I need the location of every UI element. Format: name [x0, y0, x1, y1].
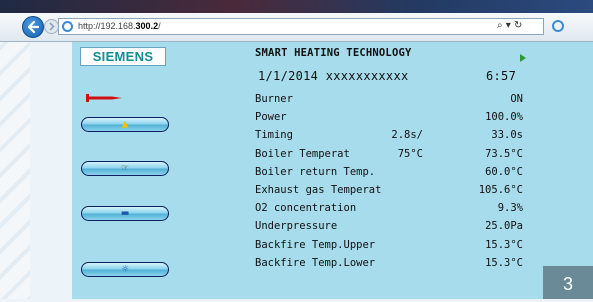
data-row: Timing 2.8s/33.0s — [255, 129, 523, 145]
page-title: SMART HEATING TECHNOLOGY — [255, 47, 412, 59]
row-label: Underpressure — [255, 220, 338, 233]
nav-button-settings[interactable]: ☞ — [81, 161, 169, 176]
data-row: Boiler return Temp. 60.0°C — [255, 166, 523, 182]
data-row: Burner ON — [255, 93, 523, 109]
row-value: 15.3°C — [485, 238, 523, 251]
hand-icon: ☞ — [120, 163, 130, 173]
siemens-logo: SIEMENS — [80, 47, 166, 66]
data-row: Exhaust gas Temperat 105.6°C — [255, 184, 523, 200]
row-label: O2 concentration — [255, 202, 357, 215]
url-text[interactable]: http://192.168.300.2/ — [78, 21, 161, 31]
background-pattern — [0, 0, 30, 299]
ie-page-icon — [62, 21, 73, 32]
forward-arrow-icon — [49, 22, 55, 31]
row-label: Boiler return Temp. — [255, 165, 376, 178]
data-row: Power 100.0% — [255, 111, 523, 127]
row-value: 9.3% — [497, 202, 523, 215]
data-row: O2 concentration 9.3% — [255, 202, 523, 218]
row-value: 60.0°C — [485, 165, 523, 178]
row-setpoint: 75°C — [397, 147, 423, 160]
search-refresh-controls[interactable]: ⌕ ▾ ↻ — [497, 20, 522, 31]
row-label: Burner — [255, 93, 293, 105]
play-icon[interactable] — [520, 54, 526, 62]
display-icon: ▬ — [120, 208, 130, 218]
row-value: ON — [510, 93, 523, 105]
nav-button-display[interactable]: ▬ — [81, 206, 169, 221]
back-arrow-icon — [27, 20, 40, 34]
new-tab-icon[interactable] — [552, 20, 564, 32]
nav-button-burner[interactable]: ▲ — [81, 117, 169, 132]
row-value: 100.0% — [485, 111, 523, 124]
row-value: 105.6°C — [478, 184, 523, 196]
nav-button-power[interactable]: ☼ — [81, 262, 169, 277]
data-row: Underpressure 25.0Pa — [255, 220, 523, 236]
address-bar[interactable]: http://192.168.300.2/ ⌕ ▾ ↻ — [58, 18, 544, 35]
row-value: 33.0s — [491, 129, 523, 142]
row-label: Boiler Temperat — [255, 147, 350, 160]
row-label: Timing — [255, 129, 293, 142]
burner-symbol-icon — [86, 94, 122, 102]
row-value: 73.5°C — [485, 147, 523, 160]
row-setpoint: 2.8s/ — [391, 129, 423, 142]
row-label: Exhaust gas Temperat — [255, 184, 382, 196]
date-text: 1/1/2014 xxxxxxxxxxx — [258, 69, 409, 83]
row-label: Power — [255, 111, 287, 124]
row-value: 15.3°C — [485, 256, 523, 269]
flame-icon: ▲ — [121, 119, 129, 129]
forward-button[interactable] — [44, 19, 59, 34]
data-row: Backfire Temp.Upper 15.3°C — [255, 239, 523, 255]
data-row: Boiler Temperat 75°C 73.5°C — [255, 148, 523, 164]
window-title-strip — [0, 0, 593, 13]
row-value: 25.0Pa — [485, 220, 523, 233]
time-text: 6:57 — [486, 69, 517, 83]
power-icon: ☼ — [120, 264, 130, 274]
datetime-row: 1/1/2014 xxxxxxxxxxx 6:57 — [258, 69, 516, 83]
row-label: Backfire Temp.Lower — [255, 256, 376, 269]
back-button[interactable] — [22, 16, 44, 38]
page-number-badge: 3 — [543, 266, 593, 299]
data-row: Backfire Temp.Lower 15.3°C — [255, 257, 523, 273]
row-label: Backfire Temp.Upper — [255, 238, 376, 251]
